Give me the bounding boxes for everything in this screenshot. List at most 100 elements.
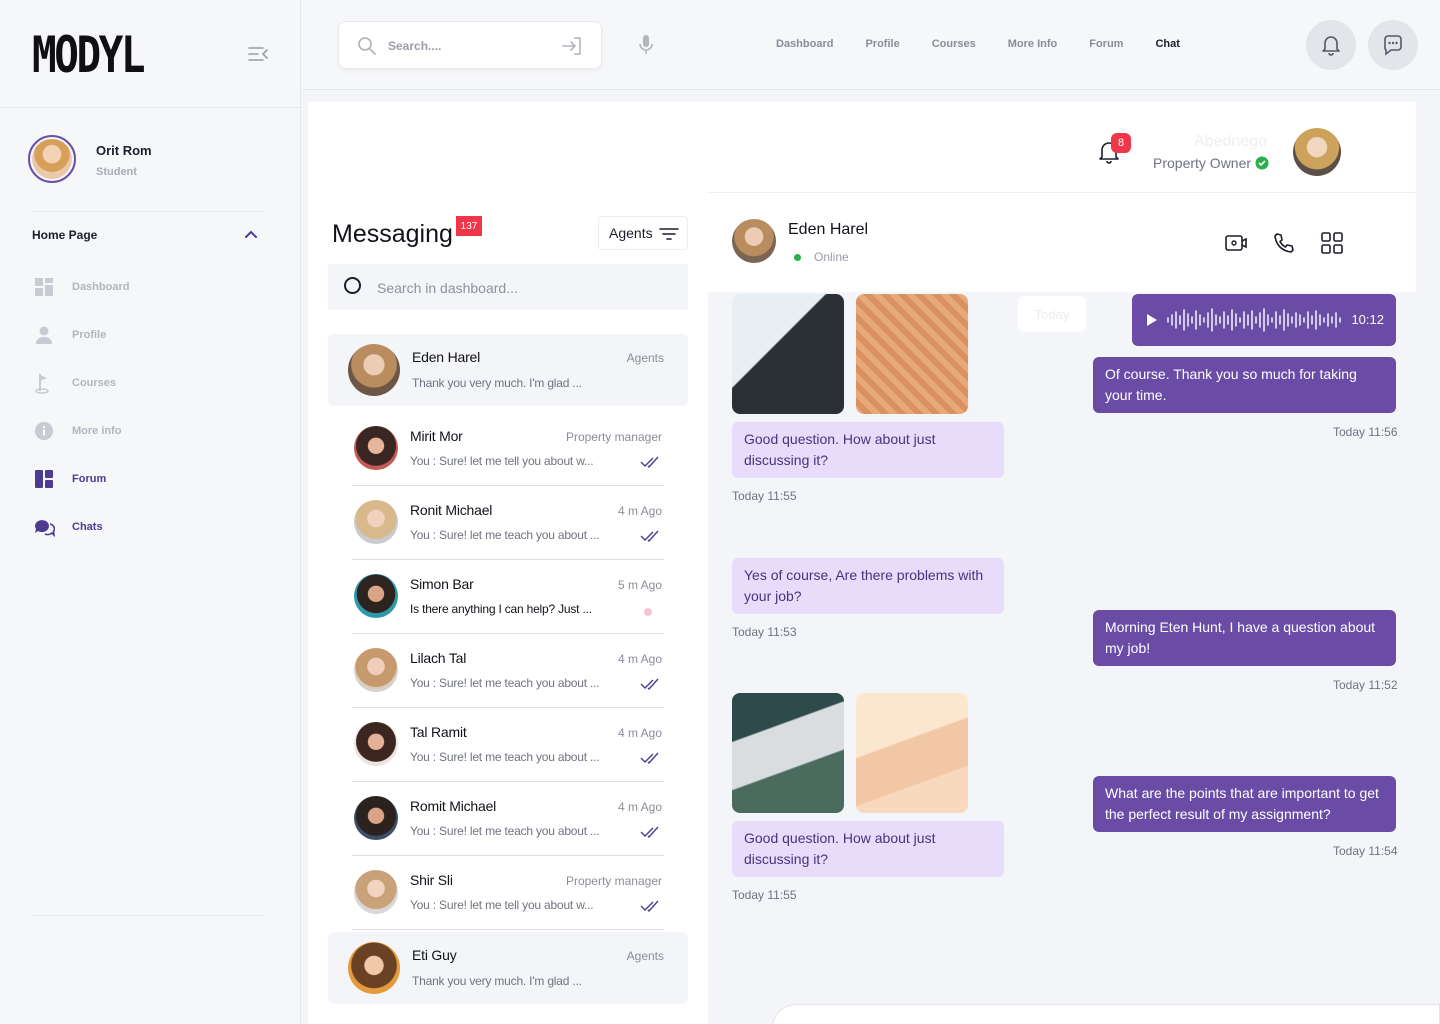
conversation-search-input[interactable]: Search in dashboard... — [328, 264, 688, 310]
conversation-meta: Property manager — [565, 874, 662, 888]
avatar — [354, 426, 398, 470]
message-time: Today 11:56 — [1333, 425, 1398, 439]
message-preview: You : Sure! let me tell you about w... — [410, 454, 594, 468]
sidebar-item-dashboard[interactable]: Dashboard — [32, 273, 129, 301]
conversation-item[interactable]: Shir Sli Property manager You : Sure! le… — [352, 856, 664, 930]
sidebar-item-courses[interactable]: Courses — [32, 369, 116, 397]
nav-chat[interactable]: Chat — [1155, 38, 1179, 50]
double-check-icon — [640, 456, 659, 468]
waveform-icon — [1167, 308, 1341, 332]
bell-icon — [1322, 36, 1340, 56]
sidebar-item-label: Courses — [72, 377, 117, 389]
message-composer[interactable] — [772, 1004, 1440, 1024]
outgoing-message: What are the points that are important t… — [1093, 776, 1396, 832]
voice-message[interactable]: 10:12 — [1132, 294, 1396, 346]
conversation-item[interactable]: Romit Michael 4 m Ago You : Sure! let me… — [352, 782, 664, 856]
top-navigation: Dashboard Profile Courses More Info Foru… — [776, 38, 1212, 50]
dashboard-icon — [32, 275, 56, 299]
sidebar-item-label: More info — [72, 425, 122, 437]
user-role: Student — [96, 166, 137, 178]
top-bar: Search.... Dashboard Profile Courses Mor… — [302, 0, 1440, 90]
phone-icon[interactable] — [1272, 231, 1296, 255]
image-attachment[interactable] — [732, 294, 844, 414]
menu-collapse-icon — [248, 47, 268, 61]
nav-dashboard[interactable]: Dashboard — [776, 38, 833, 50]
play-icon[interactable] — [1146, 313, 1158, 327]
video-call-icon[interactable] — [1224, 231, 1248, 255]
avatar[interactable] — [732, 219, 776, 263]
incoming-message: Good question. How about just discussing… — [732, 422, 1004, 478]
unread-badge: 137 — [456, 216, 482, 236]
sidebar-divider — [32, 211, 264, 212]
online-indicator — [794, 254, 801, 261]
message-icon — [1384, 35, 1402, 56]
sidebar: MODYL Orit Rom Student Home Page Dashboa… — [0, 0, 301, 1024]
app-logo[interactable]: MODYL — [32, 26, 146, 84]
avatar — [354, 574, 398, 618]
message-preview: You : Sure! let me teach you about ... — [410, 750, 600, 764]
messaging-title: Messaging — [332, 220, 453, 248]
grid-icon[interactable] — [1320, 231, 1344, 255]
image-attachment[interactable] — [856, 693, 968, 813]
microphone-icon[interactable] — [638, 34, 654, 56]
conversation-item[interactable]: Ronit Michael 4 m Ago You : Sure! let me… — [352, 486, 664, 560]
verified-icon — [1255, 156, 1269, 170]
contact-name: Romit Michael — [410, 798, 497, 814]
sidebar-item-forum[interactable]: Forum — [32, 465, 106, 493]
avatar — [354, 796, 398, 840]
conversation-item[interactable]: Eti Guy Agents Thank you very much. I'm … — [328, 932, 688, 1004]
chevron-up-icon[interactable] — [244, 229, 258, 239]
filter-icon — [659, 228, 679, 240]
section-home-page[interactable]: Home Page — [32, 228, 97, 242]
nav-forum[interactable]: Forum — [1089, 38, 1123, 50]
conversation-item[interactable]: Mirit Mor Property manager You : Sure! l… — [352, 412, 664, 486]
conversation-item[interactable]: Simon Bar 5 m Ago Is there anything I ca… — [352, 560, 664, 634]
conversation-meta: 4 m Ago — [617, 504, 662, 518]
avatar — [354, 722, 398, 766]
search-input[interactable]: Search.... — [338, 21, 602, 69]
filter-label: Agents — [609, 225, 653, 241]
info-icon — [32, 419, 56, 443]
contact-status: Online — [814, 250, 849, 264]
avatar — [354, 870, 398, 914]
nav-more-info[interactable]: More Info — [1008, 38, 1058, 50]
double-check-icon — [640, 678, 659, 690]
chat-icon — [32, 515, 56, 539]
forum-icon — [32, 467, 56, 491]
conversation-item[interactable]: Tal Ramit 4 m Ago You : Sure! let me tea… — [352, 708, 664, 782]
notifications-button[interactable] — [1306, 20, 1356, 70]
header-avatar[interactable] — [1293, 128, 1341, 176]
double-check-icon — [640, 826, 659, 838]
avatar — [354, 500, 398, 544]
user-avatar[interactable] — [28, 135, 76, 183]
sidebar-item-profile[interactable]: Profile — [32, 321, 106, 349]
double-check-icon — [640, 900, 659, 912]
image-attachment[interactable] — [856, 294, 968, 414]
sidebar-item-label: Chats — [72, 521, 103, 533]
incoming-message: Yes of course, Are there problems with y… — [732, 558, 1004, 614]
agents-filter-button[interactable]: Agents — [598, 216, 688, 250]
sidebar-item-chats[interactable]: Chats — [32, 513, 103, 541]
conversation-item[interactable]: Eden Harel Agents Thank you very much. I… — [328, 334, 688, 406]
avatar — [348, 942, 400, 994]
nav-courses[interactable]: Courses — [932, 38, 976, 50]
double-check-icon — [640, 530, 659, 542]
contact-name: Eti Guy — [412, 947, 457, 963]
nav-profile[interactable]: Profile — [865, 38, 899, 50]
collapse-sidebar-button[interactable] — [247, 44, 269, 64]
sidebar-item-more-info[interactable]: More info — [32, 417, 122, 445]
chat-header: Eden Harel Online — [708, 192, 1416, 292]
flag-icon — [32, 371, 56, 395]
login-icon[interactable] — [561, 36, 583, 56]
conversation-item[interactable]: Lilach Tal 4 m Ago You : Sure! let me te… — [352, 634, 664, 708]
message-time: Today 11:54 — [1333, 844, 1398, 858]
outgoing-message: Of course. Thank you so much for taking … — [1093, 357, 1396, 413]
search-icon — [344, 277, 361, 294]
avatar — [354, 648, 398, 692]
image-attachment[interactable] — [732, 693, 844, 813]
contact-name: Mirit Mor — [410, 428, 463, 444]
outgoing-message: Morning Eten Hunt, I have a question abo… — [1093, 610, 1396, 666]
message-preview: You : Sure! let me teach you about ... — [410, 824, 600, 838]
messages-button[interactable] — [1368, 20, 1418, 70]
message-time: Today 11:53 — [732, 625, 797, 639]
